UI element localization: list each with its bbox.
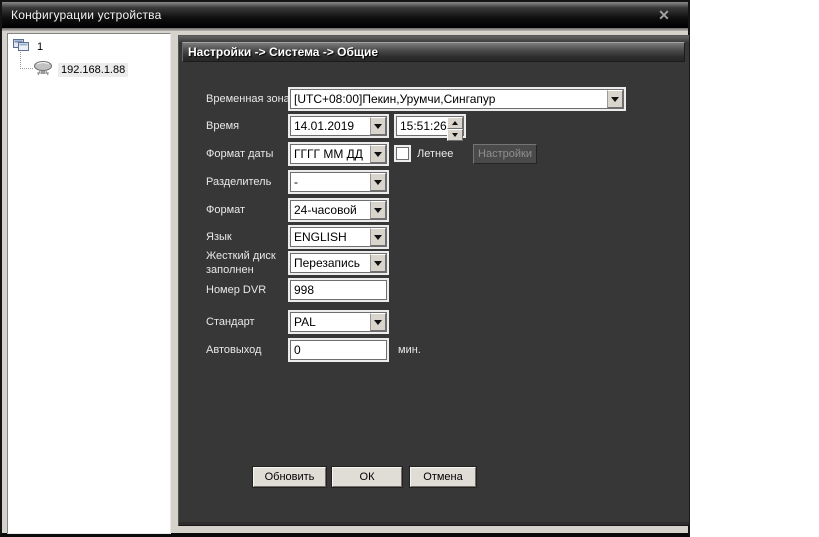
dst-checkbox[interactable]	[396, 147, 409, 160]
tree-node-label: 1	[37, 41, 43, 53]
standard-value: PAL	[291, 313, 370, 331]
timezone-select[interactable]: [UTC+08:00]Пекин,Урумчи,Сингапур	[290, 89, 624, 109]
titlebar-divider	[2, 28, 688, 31]
chevron-down-icon[interactable]	[370, 254, 386, 272]
chevron-down-icon[interactable]	[370, 145, 386, 163]
auto-logout-label: Автовыход	[206, 340, 290, 360]
time-label: Время	[206, 116, 290, 136]
time-value: 15:51:26	[397, 117, 447, 135]
separator-label: Разделитель	[206, 172, 290, 192]
time-format-select[interactable]: 24-часовой	[290, 200, 387, 220]
hdd-full-label: Жесткий диск заполнен	[206, 249, 290, 277]
desktop-background: Конфигурации устройства ✕ 1	[0, 0, 819, 537]
date-format-value: ГГГГ ММ ДД	[291, 145, 370, 163]
hdd-full-value: Перезапись	[291, 254, 370, 272]
standard-label: Стандарт	[206, 312, 290, 332]
auto-logout-units: мин.	[398, 340, 421, 360]
window-title: Конфигурации устройства	[2, 8, 162, 22]
tree-node-device[interactable]: 192.168.1.88	[33, 60, 128, 79]
date-format-label: Формат даты	[206, 144, 290, 164]
time-spinner[interactable]: 15:51:26	[396, 116, 464, 136]
standard-select[interactable]: PAL	[290, 312, 387, 332]
hdd-full-select[interactable]: Перезапись	[290, 253, 387, 273]
date-value: 14.01.2019	[291, 117, 370, 135]
spin-up-icon[interactable]	[447, 117, 463, 129]
time-format-value: 24-часовой	[291, 201, 370, 219]
separator-select[interactable]: -	[290, 172, 387, 192]
language-select[interactable]: ENGLISH	[290, 227, 387, 247]
language-value: ENGLISH	[291, 228, 370, 246]
dst-settings-button[interactable]: Настройки	[473, 144, 537, 164]
ok-button[interactable]: ОК	[332, 467, 402, 487]
tree-connector-line	[20, 52, 33, 69]
chevron-down-icon[interactable]	[370, 117, 386, 135]
date-select[interactable]: 14.01.2019	[290, 116, 387, 136]
chevron-down-icon[interactable]	[370, 228, 386, 246]
title-bar: Конфигурации устройства ✕	[2, 2, 688, 28]
chevron-down-icon[interactable]	[370, 313, 386, 331]
dvr-number-input[interactable]	[290, 280, 387, 300]
auto-logout-input[interactable]	[290, 340, 387, 360]
dst-label: Летнее	[417, 144, 453, 164]
device-tree-panel: 1 192.168.1.88	[7, 33, 171, 534]
close-icon[interactable]: ✕	[654, 6, 674, 24]
spin-down-icon[interactable]	[447, 129, 463, 141]
chevron-down-icon[interactable]	[607, 90, 623, 108]
language-label: Язык	[206, 227, 290, 247]
cancel-button[interactable]: Отмена	[410, 467, 476, 487]
timezone-label: Временная зона	[206, 89, 290, 109]
time-format-label: Формат	[206, 200, 290, 220]
dome-camera-icon	[33, 60, 53, 79]
tree-node-label: 192.168.1.88	[58, 63, 128, 77]
chevron-down-icon[interactable]	[370, 201, 386, 219]
chevron-down-icon[interactable]	[370, 173, 386, 191]
settings-panel: Настройки -> Система -> Общие Временная …	[178, 35, 690, 526]
device-config-window: Конфигурации устройства ✕ 1	[0, 0, 690, 537]
breadcrumb: Настройки -> Система -> Общие	[182, 42, 685, 62]
timezone-value: [UTC+08:00]Пекин,Урумчи,Сингапур	[291, 90, 607, 108]
separator-value: -	[291, 173, 370, 191]
date-format-select[interactable]: ГГГГ ММ ДД	[290, 144, 387, 164]
refresh-button[interactable]: Обновить	[253, 467, 326, 487]
dvr-number-label: Номер DVR	[206, 280, 290, 300]
